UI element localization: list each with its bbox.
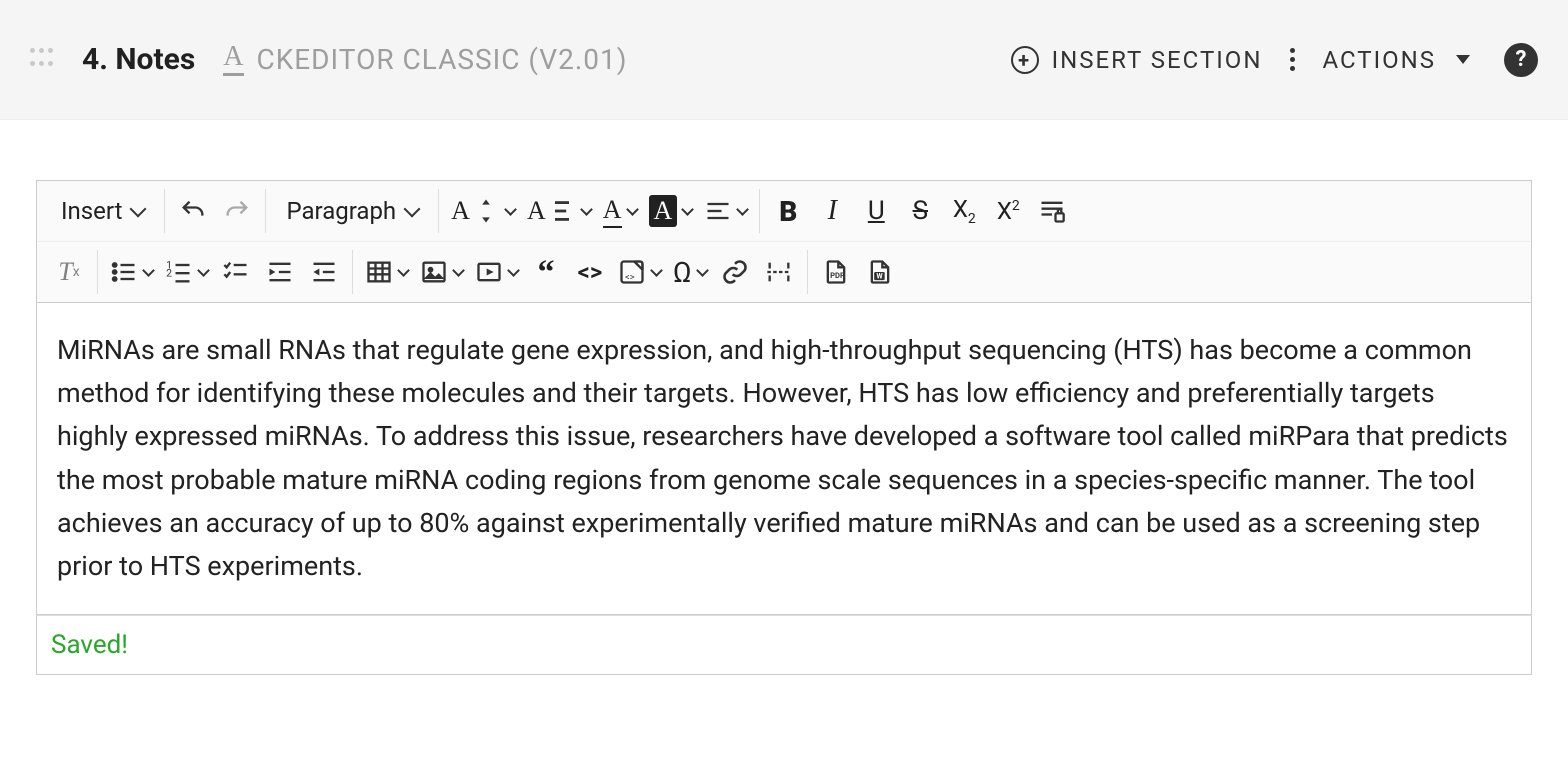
font-a-icon: A (223, 43, 244, 76)
superscript-button[interactable]: X2 (986, 189, 1030, 233)
export-word-button[interactable]: W (858, 250, 902, 294)
chevron-down-icon (696, 264, 709, 277)
subscript-button[interactable]: X2 (942, 189, 986, 233)
chevron-down-icon (452, 264, 465, 277)
insert-dropdown[interactable]: Insert (47, 189, 158, 233)
chevron-down-icon (626, 203, 639, 216)
highlight-color-dropdown[interactable]: A (643, 189, 699, 233)
plus-circle-icon: + (1010, 45, 1040, 75)
indent-button[interactable] (258, 250, 302, 294)
font-color-dropdown[interactable]: A (597, 189, 643, 233)
italic-button[interactable]: I (810, 189, 854, 233)
chevron-down-icon (142, 264, 155, 277)
insert-section-button[interactable]: + INSERT SECTION (1000, 37, 1273, 83)
image-dropdown[interactable] (414, 250, 469, 294)
svg-text:PDF: PDF (830, 271, 844, 280)
strikethrough-button[interactable]: S (898, 189, 942, 233)
chevron-down-icon (507, 264, 520, 277)
chevron-down-icon (580, 203, 593, 216)
alignment-dropdown[interactable] (698, 189, 753, 233)
editor-type-badge: A CKEDITOR CLASSIC (V2.01) (223, 43, 627, 76)
font-size-dropdown[interactable]: A (445, 189, 521, 233)
editor-content[interactable]: MiRNAs are small RNAs that regulate gene… (36, 302, 1532, 615)
export-pdf-button[interactable]: PDF (814, 250, 858, 294)
section-title: 4. Notes (82, 42, 195, 77)
redo-button[interactable] (215, 189, 259, 233)
paragraph-label: Paragraph (286, 197, 396, 225)
code-button[interactable]: <> (568, 250, 612, 294)
chevron-down-icon (681, 203, 694, 216)
insert-section-label: INSERT SECTION (1052, 46, 1263, 74)
svg-text:2: 2 (166, 267, 172, 280)
todo-list-button[interactable] (214, 250, 258, 294)
paragraph-dropdown[interactable]: Paragraph (272, 189, 432, 233)
blockquote-button[interactable]: “ (524, 250, 568, 294)
codeblock-dropdown[interactable]: <> (612, 250, 667, 294)
status-bar: Saved! (36, 615, 1532, 675)
section-header: 4. Notes A CKEDITOR CLASSIC (V2.01) + IN… (0, 0, 1568, 120)
content-paragraph: MiRNAs are small RNAs that regulate gene… (57, 329, 1511, 588)
chevron-down-icon (504, 203, 517, 216)
undo-button[interactable] (171, 189, 215, 233)
svg-text:<>: <> (625, 272, 635, 283)
chevron-down-icon (397, 264, 410, 277)
chevron-down-icon (404, 201, 421, 218)
editor-container: Insert Paragraph A A A A B I U S X2 X2 T… (0, 120, 1568, 695)
underline-button[interactable]: U (854, 189, 898, 233)
toolbar-row-2: Tx 12 “ <> <> Ω PDF W (37, 241, 1531, 302)
special-char-dropdown[interactable]: Ω (667, 250, 713, 294)
editor-toolbar: Insert Paragraph A A A A B I U S X2 X2 T… (36, 180, 1532, 302)
restricted-editing-button[interactable] (1030, 189, 1074, 233)
media-dropdown[interactable] (469, 250, 524, 294)
drag-handle-icon[interactable] (30, 48, 54, 72)
table-dropdown[interactable] (359, 250, 414, 294)
caret-down-icon (1456, 55, 1470, 64)
outdent-button[interactable] (302, 250, 346, 294)
chevron-down-icon (736, 203, 749, 216)
chevron-down-icon (197, 264, 210, 277)
numbered-list-dropdown[interactable]: 12 (159, 250, 214, 294)
toolbar-row-1: Insert Paragraph A A A A B I U S X2 X2 (37, 181, 1531, 241)
saved-status: Saved! (51, 630, 128, 660)
svg-text:W: W (876, 272, 883, 280)
chevron-down-icon (650, 264, 663, 277)
help-icon[interactable]: ? (1504, 43, 1538, 77)
kebab-menu-icon[interactable] (1282, 48, 1302, 71)
editor-type-label: CKEDITOR CLASSIC (V2.01) (256, 43, 627, 76)
actions-dropdown[interactable]: ACTIONS (1312, 38, 1480, 82)
bold-button[interactable]: B (766, 189, 810, 233)
font-family-dropdown[interactable]: A (521, 189, 597, 233)
page-break-button[interactable] (757, 250, 801, 294)
clear-formatting-button[interactable]: Tx (47, 250, 91, 294)
link-button[interactable] (713, 250, 757, 294)
bullet-list-dropdown[interactable] (104, 250, 159, 294)
actions-label: ACTIONS (1322, 46, 1436, 74)
insert-label: Insert (61, 197, 122, 225)
chevron-down-icon (130, 201, 147, 218)
